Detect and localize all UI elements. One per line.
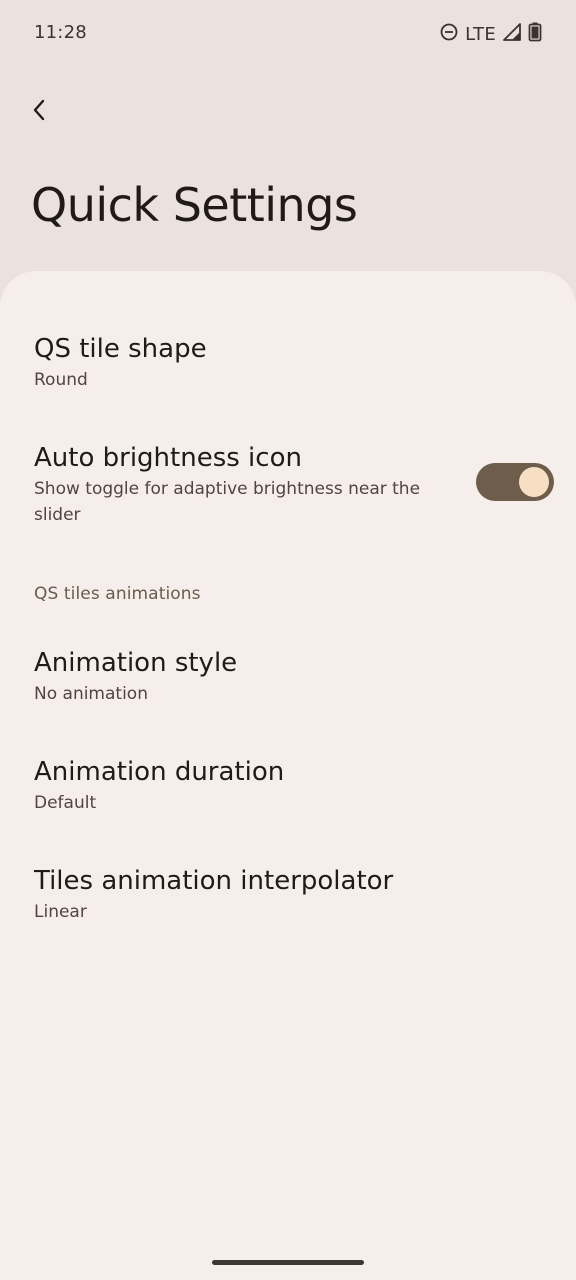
auto-brightness-toggle[interactable] <box>476 463 554 501</box>
status-icons: LTE <box>439 22 542 46</box>
status-bar: 11:28 LTE <box>0 0 576 68</box>
animation-style-summary: No animation <box>34 684 148 704</box>
back-arrow-icon <box>30 98 50 126</box>
battery-icon <box>528 22 542 46</box>
section-header-animations: QS tiles animations <box>34 584 201 604</box>
interpolator-summary: Linear <box>34 902 87 922</box>
qs-tile-shape-item[interactable]: QS tile shape Round <box>0 333 576 393</box>
qs-tile-shape-summary: Round <box>34 370 88 390</box>
toggle-thumb <box>519 467 549 497</box>
status-time: 11:28 <box>34 22 87 43</box>
animation-duration-item[interactable]: Animation duration Default <box>0 756 576 816</box>
do-not-disturb-icon <box>439 22 459 46</box>
animation-duration-title: Animation duration <box>34 757 285 787</box>
animation-duration-summary: Default <box>34 793 97 813</box>
back-button[interactable] <box>20 92 60 132</box>
settings-list: QS tile shape Round Auto brightness icon… <box>0 271 576 1280</box>
cell-signal-icon <box>502 22 522 46</box>
animation-style-item[interactable]: Animation style No animation <box>0 647 576 707</box>
network-type: LTE <box>465 23 496 45</box>
qs-tile-shape-title: QS tile shape <box>34 334 207 364</box>
page-title: Quick Settings <box>31 178 358 232</box>
interpolator-title: Tiles animation interpolator <box>34 866 394 896</box>
animation-style-title: Animation style <box>34 648 238 678</box>
auto-brightness-icon-title: Auto brightness icon <box>34 443 302 473</box>
auto-brightness-icon-summary: Show toggle for adaptive brightness near… <box>34 479 421 525</box>
gesture-nav-handle[interactable] <box>212 1260 364 1265</box>
interpolator-item[interactable]: Tiles animation interpolator Linear <box>0 865 576 925</box>
